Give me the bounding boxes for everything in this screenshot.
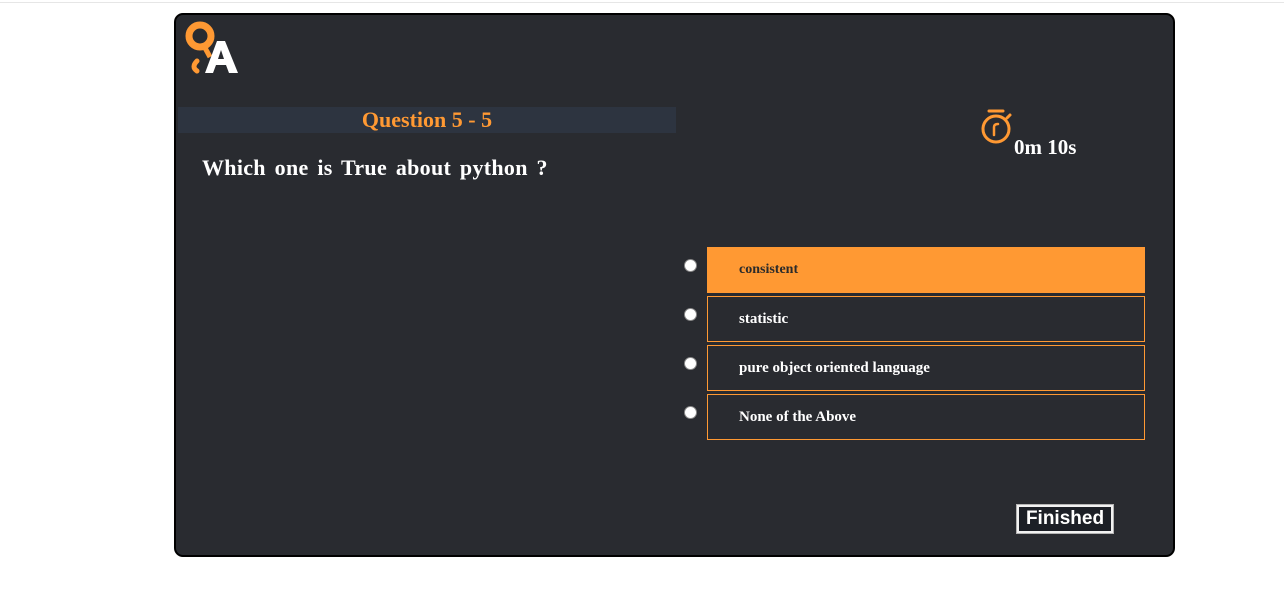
answer-option: consistent xyxy=(680,247,1148,293)
top-divider xyxy=(0,0,1284,3)
answer-radio[interactable] xyxy=(684,406,697,419)
answer-option: None of the Above xyxy=(680,394,1148,440)
answer-option-label[interactable]: statistic xyxy=(707,296,1145,342)
answer-option: statistic xyxy=(680,296,1148,342)
stopwatch-icon xyxy=(981,109,1012,144)
question-text: Which one is True about python ? xyxy=(202,155,548,180)
answer-option: pure object oriented language xyxy=(680,345,1148,391)
qa-logo xyxy=(185,21,238,74)
answer-option-label[interactable]: None of the Above xyxy=(707,394,1145,440)
answer-option-label[interactable]: consistent xyxy=(707,247,1145,293)
finished-button[interactable]: Finished xyxy=(1016,504,1114,534)
timer-readout: 0m 10s xyxy=(1014,135,1077,159)
answer-option-label[interactable]: pure object oriented language xyxy=(707,345,1145,391)
finished-button-label: Finished xyxy=(1019,507,1111,531)
answer-radio[interactable] xyxy=(684,259,697,272)
quiz-card: Question 5 - 5 Which one is True about p… xyxy=(174,13,1175,557)
answer-radio[interactable] xyxy=(684,357,697,370)
answer-radio[interactable] xyxy=(684,308,697,321)
question-counter: Question 5 - 5 xyxy=(178,107,676,133)
